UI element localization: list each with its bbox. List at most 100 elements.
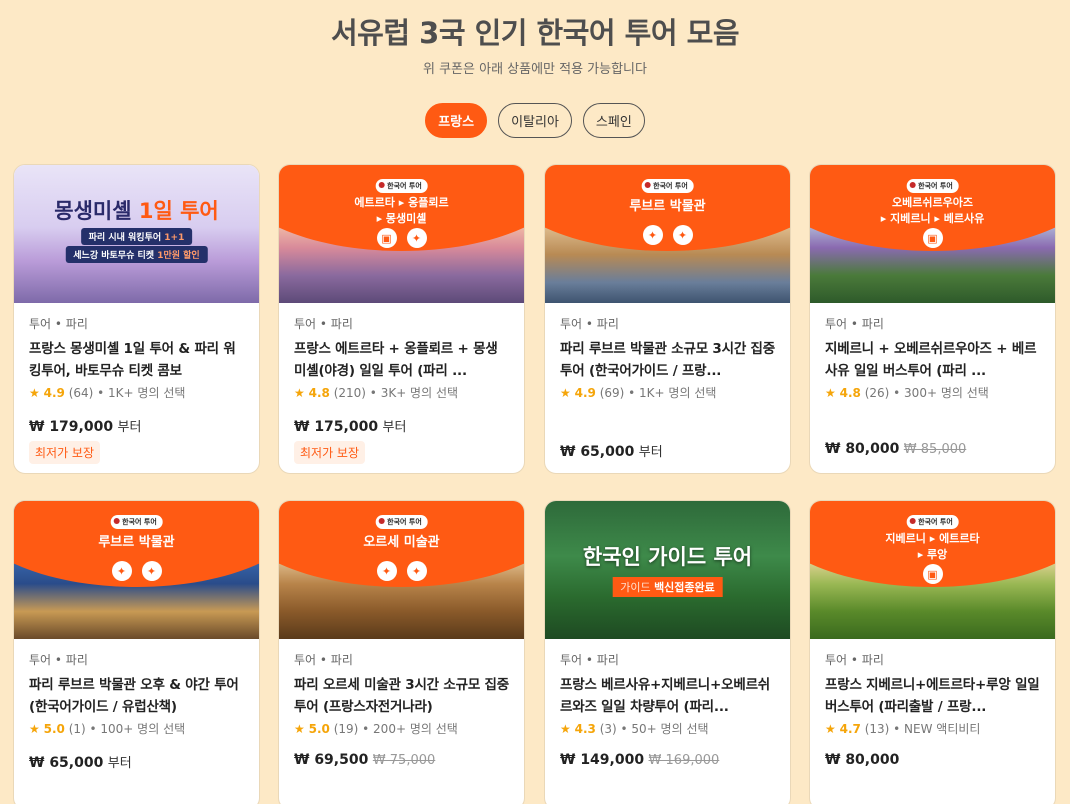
- popularity-count: 100+ 명의 선택: [100, 722, 186, 736]
- rating-score: 5.0: [43, 722, 65, 736]
- product-card[interactable]: 한국어 투어지베르니 ▸ 에트르타 ▸ 루앙 ▣ 투어 • 파리 프랑스 지베르니+에트…: [809, 500, 1056, 804]
- rating-score: 4.9: [43, 386, 65, 400]
- product-info: 투어 • 파리 지베르니 + 오베르쉬르우아즈 + 베르사유 일일 버스투어 (파…: [810, 303, 1055, 457]
- banner-line: 지베르니 ▸ 에트르타: [885, 532, 980, 545]
- price: ₩ 69,500: [294, 752, 369, 768]
- separator-dot: •: [889, 386, 905, 400]
- promo-text: 세느강 바토무슈 티켓: [73, 251, 158, 261]
- banner-icons: ▣ ✦: [279, 228, 524, 248]
- banner-headline: 한국인 가이드 투어: [582, 545, 753, 569]
- banner-route-text: 루브르 박물관: [545, 199, 790, 215]
- price-suffix: 부터: [117, 420, 142, 435]
- review-count: (64): [68, 386, 94, 400]
- price-row: ₩ 65,000 부터: [29, 752, 244, 771]
- page-subtitle: 위 쿠폰은 아래 상품에만 적용 가능합니다: [423, 62, 647, 77]
- product-category: 투어 • 파리: [294, 653, 353, 667]
- product-image[interactable]: 한국인 가이드 투어가이드 백신접종완료: [545, 501, 790, 639]
- walking-icon: ✦: [406, 561, 427, 581]
- banner-line: 오베르쉬르우아즈: [892, 196, 973, 209]
- product-title[interactable]: 파리 루브르 박물관 오후 & 야간 투어 (한국어가이드 / 유럽산책): [29, 674, 244, 718]
- review-count: (210): [333, 386, 366, 400]
- rating-row: ★ 4.8 (26) • 300+ 명의 선택: [825, 384, 1040, 402]
- tab-italy[interactable]: 이탈리아: [498, 103, 572, 138]
- original-price: ₩ 75,000: [372, 753, 436, 768]
- tab-spain[interactable]: 스페인: [582, 103, 645, 138]
- promo-pill: 파리 시내 워킹투어 1+1: [80, 228, 193, 245]
- walking-icon: ✦: [642, 225, 663, 245]
- product-category: 투어 • 파리: [560, 317, 619, 331]
- korean-tour-chip: 한국어 투어: [375, 515, 428, 529]
- promo-text: 파리 시내 워킹투어: [88, 233, 165, 243]
- tab-france[interactable]: 프랑스: [425, 103, 488, 138]
- korean-tour-chip: 한국어 투어: [375, 179, 428, 193]
- banner-line: ▸ 지베르니 ▸ 베르사유: [880, 212, 985, 225]
- product-info: 투어 • 파리파리 루브르 박물관 오후 & 야간 투어 (한국어가이드 / 유…: [14, 639, 259, 771]
- product-info: 투어 • 파리 프랑스 지베르니+에트르타+루앙 일일 버스투어 (파리출발 / …: [810, 639, 1055, 768]
- price-suffix: 부터: [382, 420, 407, 435]
- product-title[interactable]: 프랑스 에트르타 + 옹플뢰르 + 몽생미셸(야경) 일일 투어 (파리 ...: [294, 338, 509, 382]
- product-image[interactable]: 한국어 투어루브르 박물관 ✦ ✦: [545, 165, 790, 303]
- banner-icons: ▣: [810, 228, 1055, 248]
- star-icon: ★: [29, 386, 40, 400]
- product-card[interactable]: 한국어 투어 에트르타 ▸ 옹플뢰르 ▸ 몽생미셸 ▣ ✦ 투어 • 파리 프랑스 에트르타…: [278, 164, 525, 474]
- rating-row: ★ 5.0 (1) • 100+ 명의 선택: [29, 720, 244, 738]
- korean-tour-chip: 한국어 투어: [906, 515, 959, 529]
- banner-route-text: 에트르타 ▸ 옹플뢰르 ▸ 몽생미셸: [279, 195, 524, 227]
- popularity-count: 1K+ 명의 선택: [639, 386, 717, 400]
- walking-icon: ✦: [111, 561, 132, 581]
- price-row: ₩ 179,000 부터: [29, 416, 244, 435]
- rating-score: 4.8: [308, 386, 330, 400]
- product-card[interactable]: 한국어 투어 오르세 미술관 ✦ ✦ 투어 • 파리 파리 오르세 미술관 3시간 소규모…: [278, 500, 525, 804]
- product-image[interactable]: 한국어 투어 루브르 박물관 ✦ ✦: [14, 501, 259, 639]
- product-image[interactable]: 한국어 투어에트르타 ▸ 옹플뢰르 ▸ 몽생미셸 ▣ ✦: [279, 165, 524, 303]
- product-title[interactable]: 지베르니 + 오베르쉬르우아즈 + 베르사유 일일 버스투어 (파리 ...: [825, 338, 1040, 382]
- price-row: ₩ 80,000: [825, 752, 1040, 768]
- rating-row: ★ 4.9 (69) • 1K+ 명의 선택: [560, 384, 775, 402]
- page-title: 서유럽 3국 인기 한국어 투어 모음: [331, 16, 740, 50]
- popularity-count: 300+ 명의 선택: [904, 386, 989, 400]
- product-image[interactable]: 한국어 투어 오르세 미술관 ✦ ✦: [279, 501, 524, 639]
- product-info: 투어 • 파리파리 오르세 미술관 3시간 소규모 집중투어 (프랑스자전거나라…: [279, 639, 524, 768]
- star-icon: ★: [294, 386, 305, 400]
- separator-dot: •: [85, 722, 101, 736]
- separator-dot: •: [93, 386, 109, 400]
- banner-headline: 몽생미셸 1일 투어: [14, 195, 259, 225]
- product-image[interactable]: 몽생미셸 1일 투어 파리 시내 워킹투어 1+1 세느강 바토무슈 티켓 1만원 …: [14, 165, 259, 303]
- rating-score: 4.3: [574, 722, 596, 736]
- vaccine-pill: 가이드 백신접종완료: [612, 577, 723, 597]
- walking-icon: ✦: [672, 225, 693, 245]
- popularity-count: 3K+ 명의 선택: [380, 386, 459, 400]
- star-icon: ★: [560, 386, 571, 400]
- product-card[interactable]: 한국어 투어루브르 박물관 ✦ ✦ 투어 • 파리파리 루브르 박물관 소규모 3시간…: [544, 164, 791, 474]
- product-title[interactable]: 파리 루브르 박물관 소규모 3시간 집중투어 (한국어가이드 / 프랑...: [560, 338, 775, 382]
- rating-row: ★ 4.3 (3) • 50+ 명의 선택: [560, 720, 775, 738]
- product-title[interactable]: 파리 오르세 미술관 3시간 소규모 집중투어 (프랑스자전거나라): [294, 674, 509, 718]
- banner-route-text: 오베르쉬르우아즈 ▸ 지베르니 ▸ 베르사유: [810, 195, 1055, 227]
- separator-dot: •: [365, 386, 381, 400]
- product-title[interactable]: 프랑스 베르사유+지베르니+오베르쉬르와즈 일일 차량투어 (파리...: [560, 674, 775, 718]
- product-image[interactable]: 한국어 투어지베르니 ▸ 에트르타 ▸ 루앙 ▣: [810, 501, 1055, 639]
- banner-line: ▸ 루앙: [917, 548, 948, 561]
- price: ₩ 149,000: [560, 752, 645, 768]
- product-info: 투어 • 파리 프랑스 에트르타 + 옹플뢰르 + 몽생미셸(야경) 일일 투어 …: [279, 303, 524, 464]
- star-icon: ★: [294, 722, 305, 736]
- product-category: 투어 • 파리: [29, 653, 88, 667]
- separator-dot: •: [624, 386, 640, 400]
- product-card[interactable]: 한국어 투어 루브르 박물관 ✦ ✦ 투어 • 파리 파리 루브르 박물관 오후 & 야간…: [13, 500, 260, 804]
- product-image[interactable]: 한국어 투어 오베르쉬르우아즈 ▸ 지베르니 ▸ 베르사유 ▣: [810, 165, 1055, 303]
- review-count: (13): [864, 722, 890, 736]
- product-title[interactable]: 프랑스 몽생미셸 1일 투어 & 파리 워킹투어, 바토무슈 티켓 콤보: [29, 338, 244, 382]
- banner-route-text: 지베르니 ▸ 에트르타 ▸ 루앙: [810, 531, 1055, 563]
- price: ₩ 175,000: [294, 419, 379, 435]
- review-count: (26): [864, 386, 890, 400]
- banner-icons: ▣: [810, 564, 1055, 584]
- korean-tour-chip: 한국어 투어: [641, 179, 694, 193]
- popularity-count: 1K+ 명의 선택: [108, 386, 186, 400]
- price-row: ₩ 65,000 부터: [560, 441, 775, 460]
- product-card[interactable]: 몽생미셸 1일 투어 파리 시내 워킹투어 1+1 세느강 바토무슈 티켓 1만원 …: [13, 164, 260, 474]
- separator-dot: •: [616, 722, 632, 736]
- product-title[interactable]: 프랑스 지베르니+에트르타+루앙 일일 버스투어 (파리출발 / 프랑...: [825, 674, 1040, 718]
- product-card[interactable]: 한국인 가이드 투어 가이드 백신접종완료 투어 • 파리 프랑스 베르사유+지베르니…: [544, 500, 791, 804]
- rating-score: 4.7: [839, 722, 861, 736]
- product-card[interactable]: 한국어 투어 오베르쉬르우아즈 ▸ 지베르니 ▸ 베르사유 ▣ 투어 • 파리 지베르니 …: [809, 164, 1056, 474]
